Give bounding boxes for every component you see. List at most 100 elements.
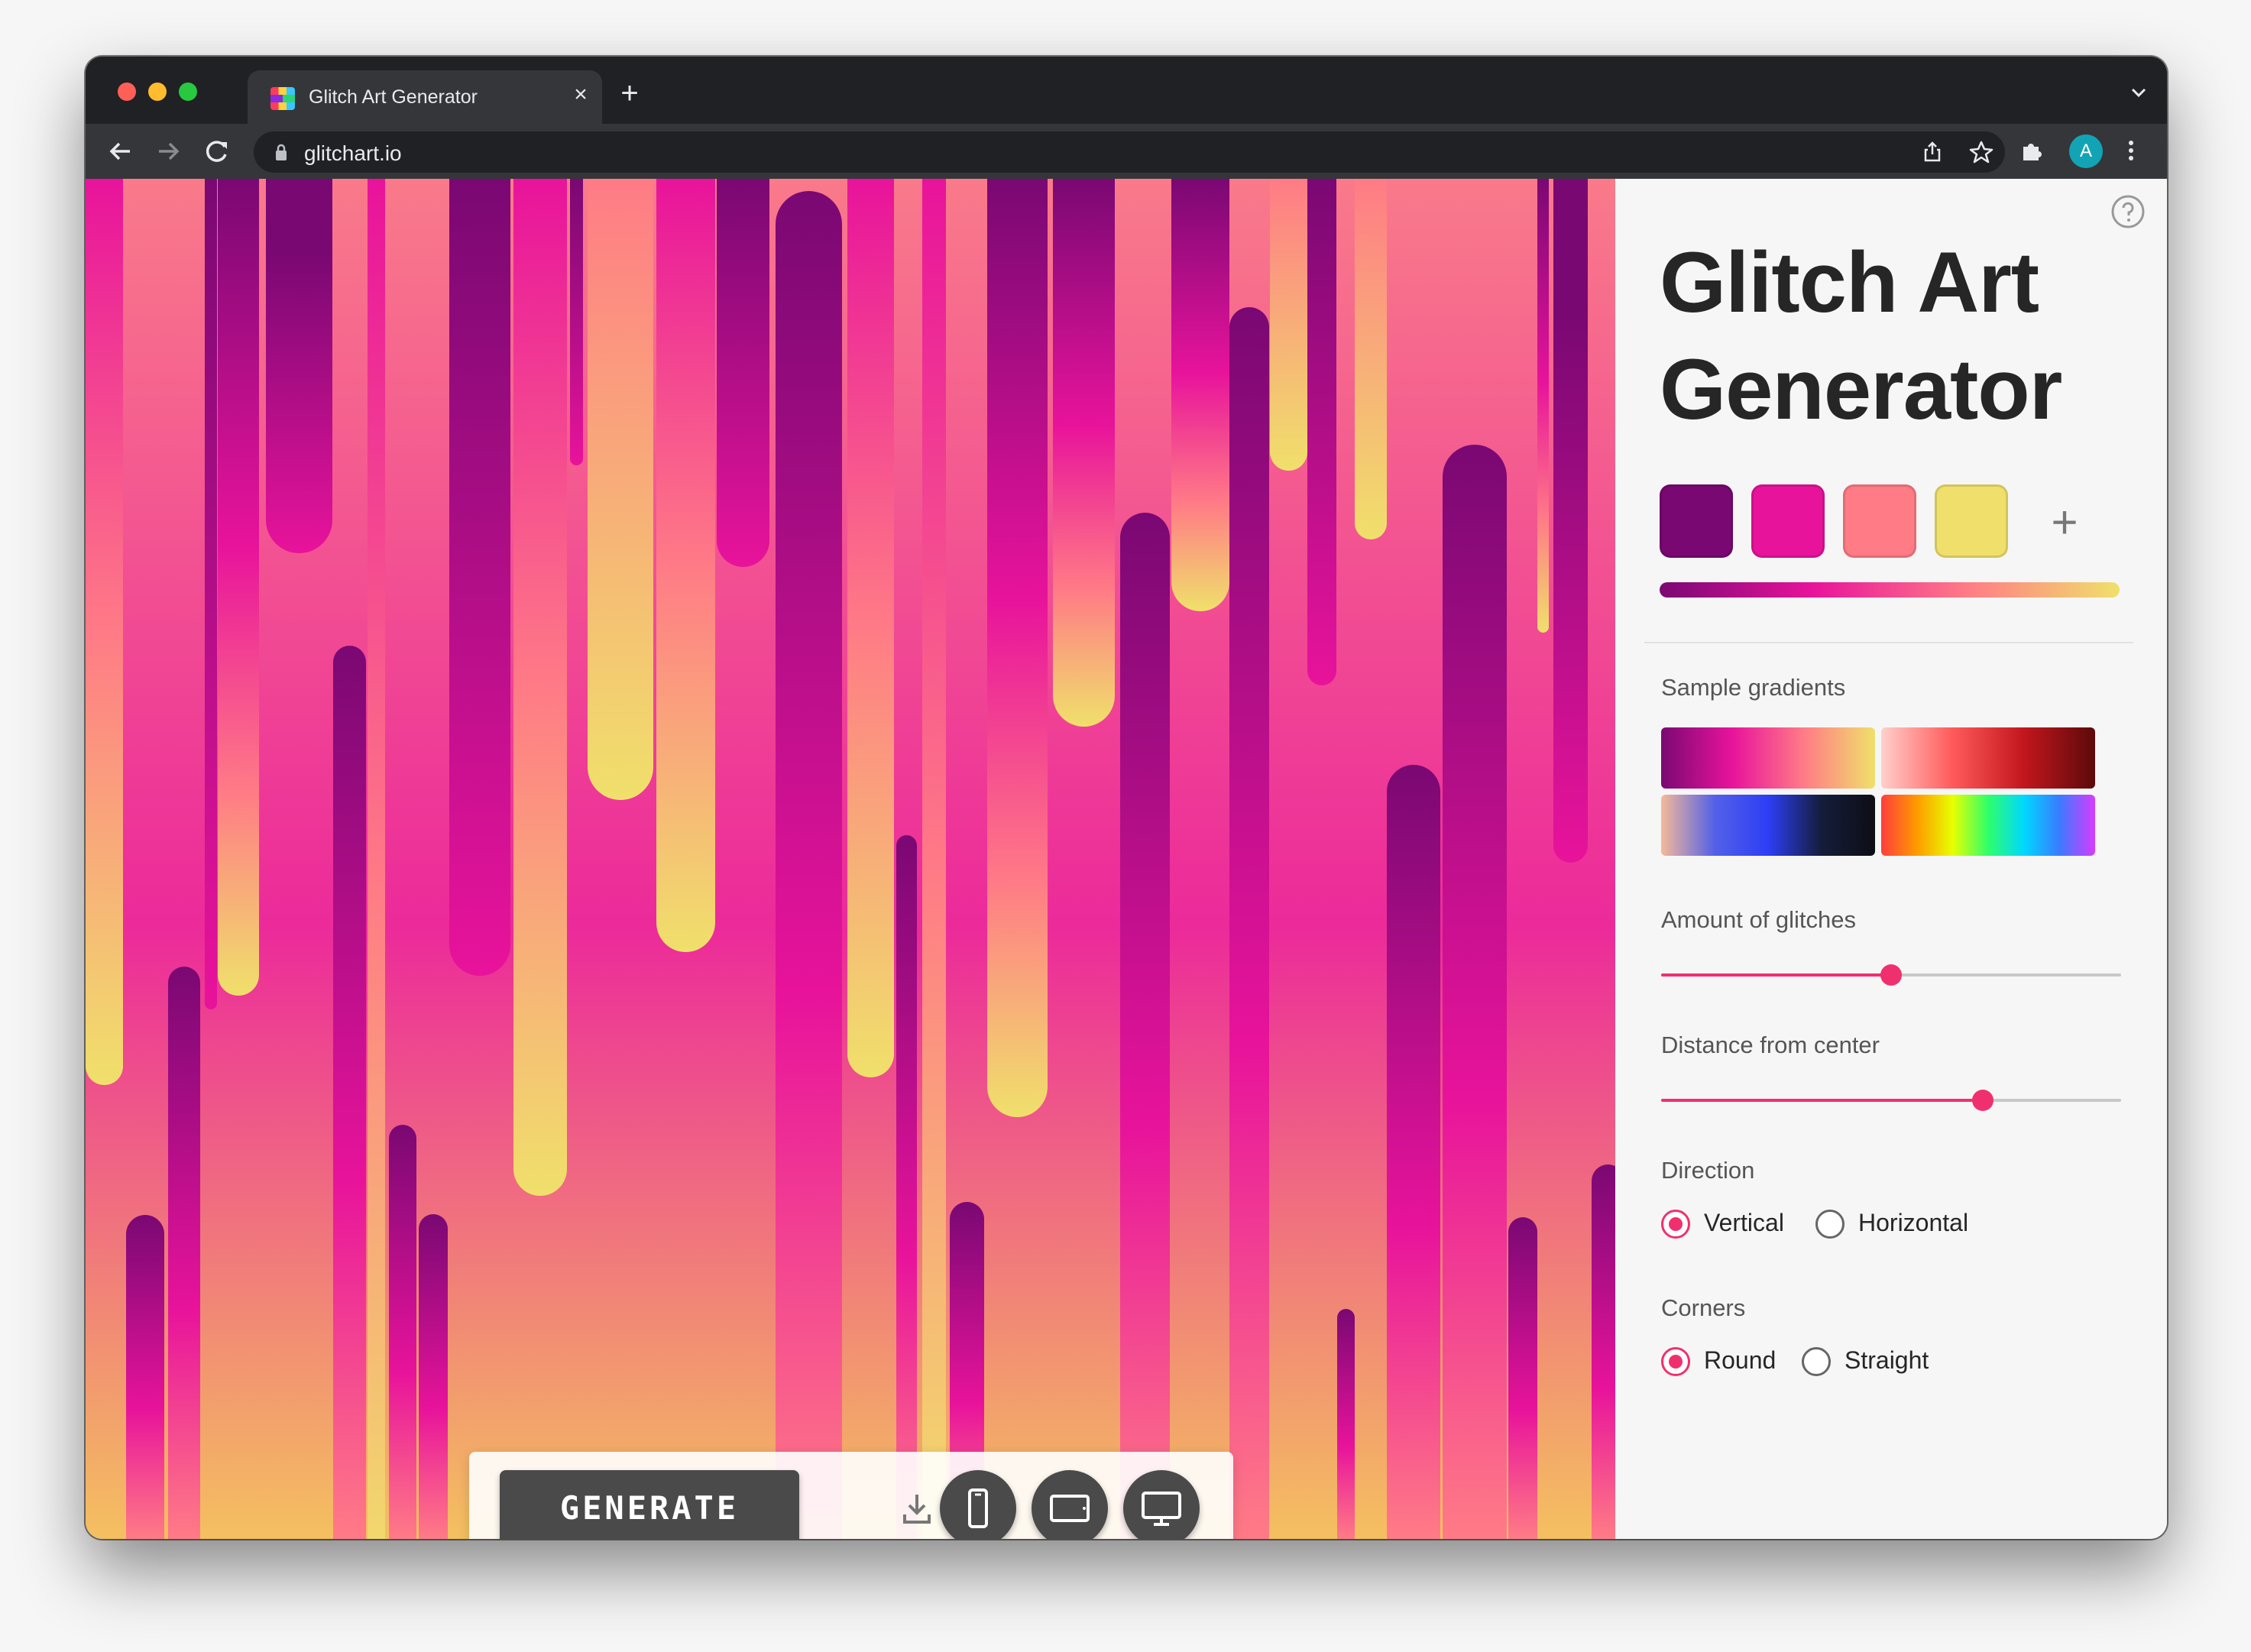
lock-icon — [276, 144, 287, 160]
address-bar[interactable]: glitchart.io — [254, 131, 2005, 173]
glitch-bar — [1387, 765, 1440, 1539]
favicon-icon — [270, 87, 295, 110]
glitch-bar — [1355, 179, 1387, 539]
radio-circle — [1661, 1210, 1690, 1239]
glitch-bar — [266, 179, 332, 553]
phone-icon — [968, 1488, 988, 1528]
glitch-bar — [419, 1214, 448, 1539]
forward-icon[interactable] — [150, 133, 186, 170]
bookmark-star-icon[interactable] — [1968, 139, 1994, 165]
back-icon[interactable] — [102, 133, 139, 170]
generate-button[interactable]: GENERATE — [500, 1470, 799, 1539]
tab-close-button[interactable]: × — [567, 81, 594, 109]
title-line-2: Generator — [1660, 342, 2062, 437]
color-swatch-1[interactable] — [1660, 484, 1733, 558]
glitch-bar — [218, 179, 259, 996]
page-title: Glitch Art Generator — [1660, 229, 2118, 443]
new-tab-button[interactable]: + — [613, 76, 646, 110]
chevron-down-icon[interactable] — [2127, 81, 2150, 104]
glitch-art-canvas — [86, 179, 1615, 1539]
reload-icon[interactable] — [199, 133, 235, 170]
glitch-bar — [126, 1215, 164, 1539]
glitch-bar — [1592, 1164, 1615, 1539]
amount-of-glitches-label: Amount of glitches — [1661, 906, 1857, 933]
color-swatch-2[interactable] — [1751, 484, 1825, 558]
tab-glitch-art-generator[interactable]: Glitch Art Generator × — [248, 70, 602, 124]
glitch-bar — [513, 179, 567, 1196]
glitch-bar — [588, 179, 653, 800]
distance-from-center-label: Distance from center — [1661, 1032, 1880, 1058]
glitch-bar — [922, 179, 946, 1539]
tablet-size-button[interactable] — [1032, 1470, 1108, 1539]
divider — [1644, 642, 2133, 643]
glitch-bar — [1307, 179, 1336, 685]
sample-gradient-rainbow[interactable] — [1881, 795, 2095, 856]
tab-title: Glitch Art Generator — [309, 86, 478, 108]
phone-size-button[interactable] — [940, 1470, 1016, 1539]
amount-of-glitches-slider[interactable] — [1661, 964, 2121, 986]
direction-radio-group: Vertical Horizontal — [1661, 1207, 2043, 1245]
share-icon[interactable] — [1919, 139, 1945, 165]
sample-gradients-label: Sample gradients — [1661, 674, 1846, 701]
glitch-bar — [1270, 179, 1307, 471]
glitch-bar — [847, 179, 894, 1077]
glitch-bar — [1537, 179, 1549, 633]
glitch-bar — [656, 179, 715, 952]
radio-label: Horizontal — [1858, 1209, 1969, 1236]
browser-toolbar: glitchart.io A — [86, 124, 2167, 179]
glitch-bar — [717, 179, 769, 567]
minimize-window-button[interactable] — [148, 83, 167, 101]
radio-circle — [1661, 1347, 1690, 1376]
radio-label: Straight — [1845, 1346, 1929, 1374]
glitch-bar — [1337, 1309, 1355, 1539]
glitch-bar — [896, 835, 917, 1539]
glitch-bar — [1171, 179, 1229, 611]
glitch-bar — [333, 646, 366, 1539]
desktop-size-button[interactable] — [1123, 1470, 1200, 1539]
direction-label: Direction — [1661, 1157, 1755, 1184]
corners-round-radio[interactable]: Round — [1661, 1345, 1783, 1383]
glitch-bar — [389, 1125, 416, 1539]
tab-strip: Glitch Art Generator × + — [86, 57, 2167, 124]
glitch-bar — [776, 191, 842, 1539]
direction-horizontal-radio[interactable]: Horizontal — [1815, 1207, 1991, 1245]
color-swatch-3[interactable] — [1843, 484, 1916, 558]
glitch-bar — [86, 179, 123, 1085]
sample-gradient-red[interactable] — [1881, 727, 2095, 789]
glitch-bar — [1508, 1217, 1537, 1539]
distance-from-center-slider[interactable] — [1661, 1090, 2121, 1111]
desktop-icon — [1142, 1492, 1181, 1526]
slider-fill — [1661, 973, 1891, 977]
glitch-bar — [1120, 513, 1170, 1539]
slider-thumb[interactable] — [1880, 964, 1902, 986]
glitch-bar — [205, 179, 217, 1009]
sample-gradient-blue[interactable] — [1661, 795, 1875, 856]
gradient-preview — [1660, 582, 2120, 598]
maximize-window-button[interactable] — [179, 83, 197, 101]
download-icon[interactable] — [902, 1490, 932, 1527]
glitch-bar — [1443, 445, 1507, 1539]
corners-radio-group: Round Straight — [1661, 1345, 2043, 1383]
radio-circle — [1815, 1210, 1845, 1239]
sample-gradient-pink[interactable] — [1661, 727, 1875, 789]
controls-panel: GENERATE — [469, 1452, 1233, 1539]
extensions-puzzle-icon[interactable] — [2019, 138, 2045, 164]
help-icon[interactable] — [2110, 194, 2146, 229]
radio-label: Vertical — [1704, 1209, 1784, 1236]
corners-label: Corners — [1661, 1294, 1746, 1321]
radio-circle — [1802, 1347, 1831, 1376]
more-vertical-icon[interactable] — [2118, 138, 2144, 164]
url-text: glitchart.io — [304, 141, 402, 165]
title-line-1: Glitch Art — [1660, 235, 2039, 330]
corners-straight-radio[interactable]: Straight — [1802, 1345, 1955, 1383]
direction-vertical-radio[interactable]: Vertical — [1661, 1207, 1791, 1245]
add-color-button[interactable]: + — [2043, 500, 2086, 546]
slider-fill — [1661, 1099, 1984, 1102]
glitch-bar — [570, 179, 583, 465]
color-swatch-4[interactable] — [1935, 484, 2008, 558]
glitch-bar — [368, 179, 385, 1539]
tablet-icon — [1050, 1495, 1090, 1522]
glitch-bar — [168, 967, 200, 1539]
profile-avatar[interactable]: A — [2069, 134, 2103, 168]
close-window-button[interactable] — [118, 83, 136, 101]
